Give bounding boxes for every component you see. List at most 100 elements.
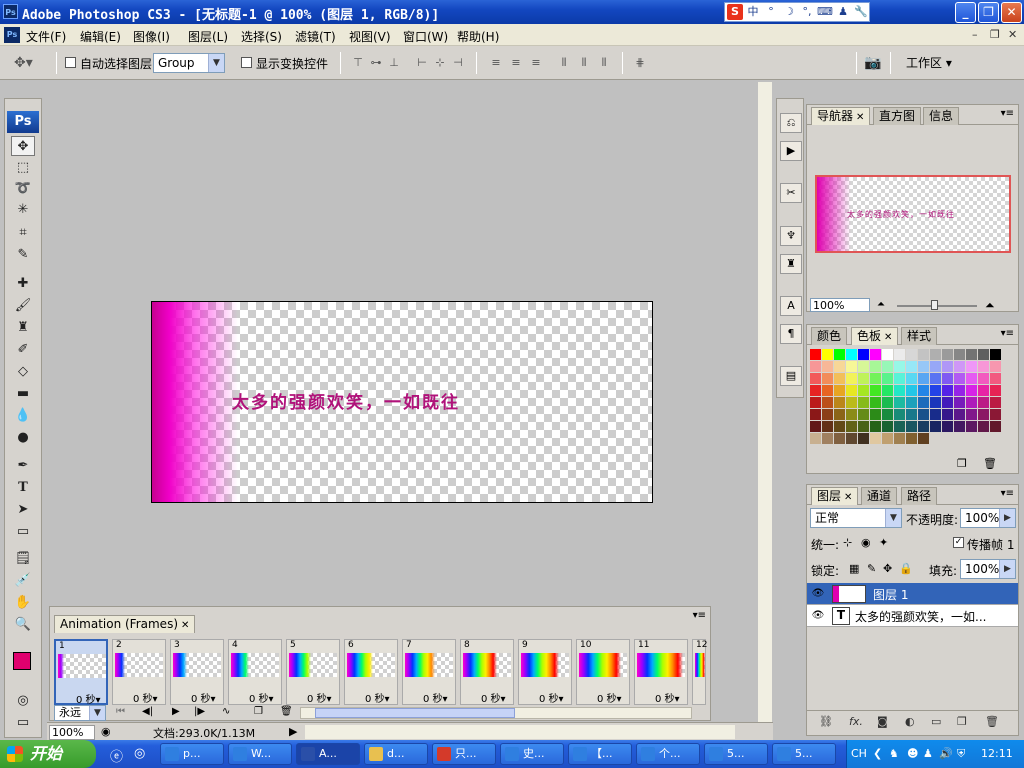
color-swatch[interactable] xyxy=(906,433,918,445)
tab-histogram[interactable]: 直方图 xyxy=(873,107,922,125)
animation-frame[interactable]: 2 0 秒▾ xyxy=(112,639,166,705)
workspace-button[interactable]: 工作区 ▾ xyxy=(906,54,952,71)
start-button[interactable]: 开始 xyxy=(0,740,96,768)
screen-mode-icon[interactable]: ▭ xyxy=(11,713,35,733)
color-swatch[interactable] xyxy=(858,361,870,373)
ime-chinese-mode[interactable]: 中 xyxy=(745,4,761,20)
menu-edit[interactable]: 编辑(E) xyxy=(80,28,121,45)
blur-tool-icon[interactable]: 💧 xyxy=(11,406,35,426)
color-swatch[interactable] xyxy=(954,421,966,433)
animation-frame[interactable]: 1 0 秒▾ xyxy=(54,639,108,706)
color-swatch[interactable] xyxy=(882,397,894,409)
color-swatch[interactable] xyxy=(906,361,918,373)
history-icon[interactable]: ⎌ xyxy=(780,113,802,133)
folder-icon[interactable]: ▭ xyxy=(931,715,941,728)
color-swatch[interactable] xyxy=(930,385,942,397)
lasso-tool-icon[interactable]: ➰ xyxy=(11,179,35,199)
navigator-thumbnail[interactable]: 太多的强颜欢笑，一如既往 xyxy=(815,175,1011,253)
color-swatch[interactable] xyxy=(810,421,822,433)
color-swatch[interactable] xyxy=(954,373,966,385)
tab-color[interactable]: 颜色 xyxy=(811,327,848,345)
color-swatch[interactable] xyxy=(822,349,834,361)
ime-degree-icon[interactable]: ° xyxy=(763,4,779,20)
language-indicator[interactable]: CH xyxy=(851,740,867,768)
auto-select-dropdown[interactable]: Group ▼ xyxy=(153,53,225,73)
color-swatch[interactable] xyxy=(822,433,834,445)
color-swatch[interactable] xyxy=(930,409,942,421)
color-swatch[interactable] xyxy=(978,397,990,409)
move-tool-preset-icon[interactable]: ✥▾ xyxy=(14,55,33,71)
color-swatch[interactable] xyxy=(942,349,954,361)
color-swatch[interactable] xyxy=(894,385,906,397)
frame-delay[interactable]: 0 秒▾ xyxy=(539,690,564,705)
eye-icon[interactable]: 👁 xyxy=(810,608,826,624)
ime-skin-icon[interactable]: ♟ xyxy=(835,4,851,20)
color-swatch[interactable] xyxy=(858,421,870,433)
color-swatch[interactable] xyxy=(942,373,954,385)
marquee-tool-icon[interactable]: ⬚ xyxy=(11,158,35,178)
color-swatch[interactable] xyxy=(870,361,882,373)
animation-frame[interactable]: 4 0 秒▾ xyxy=(228,639,282,705)
eye-icon[interactable]: 👁 xyxy=(810,586,826,602)
color-swatch[interactable] xyxy=(918,349,930,361)
align-right-icon[interactable]: ⊣ xyxy=(450,55,466,71)
distribute-bottom-icon[interactable]: ≡ xyxy=(528,55,544,71)
status-info-icon[interactable]: ◉ xyxy=(101,725,111,738)
frame-delay[interactable]: 0 秒▾ xyxy=(481,690,506,705)
taskbar-item[interactable]: 5... xyxy=(704,743,768,765)
taskbar-item[interactable]: 【... xyxy=(568,743,632,765)
frame-delay[interactable]: 0 秒▾ xyxy=(365,690,390,705)
animation-frame[interactable]: 10 0 秒▾ xyxy=(576,639,630,705)
tray-penguin-icon[interactable]: ♟ xyxy=(923,740,933,768)
loop-dropdown[interactable]: 永远 ▼ xyxy=(54,705,106,721)
color-swatch[interactable] xyxy=(810,349,822,361)
trash-icon[interactable]: 🗑 xyxy=(985,715,999,728)
menu-layer[interactable]: 图层(L) xyxy=(188,28,228,45)
color-swatch[interactable] xyxy=(930,349,942,361)
color-swatch[interactable] xyxy=(846,409,858,421)
document-canvas[interactable]: 太多的强颜欢笑，一如既往 xyxy=(151,301,653,503)
path-select-tool-icon[interactable]: ➤ xyxy=(11,500,35,520)
panel-menu-icon[interactable]: ▾≡ xyxy=(1001,328,1014,339)
minimize-button[interactable]: _ xyxy=(955,2,976,23)
doc-minimize-icon[interactable]: – xyxy=(972,28,978,41)
color-swatch[interactable] xyxy=(978,373,990,385)
color-swatch[interactable] xyxy=(834,373,846,385)
brush-tool-icon[interactable]: 🖌 xyxy=(11,296,35,316)
tray-shield-icon[interactable]: ⛨ xyxy=(957,740,965,768)
menu-window[interactable]: 窗口(W) xyxy=(403,28,448,45)
color-swatch[interactable] xyxy=(810,373,822,385)
color-swatch[interactable] xyxy=(882,421,894,433)
menu-view[interactable]: 视图(V) xyxy=(349,28,391,45)
fx-icon[interactable]: fx. xyxy=(849,715,863,728)
color-swatch[interactable] xyxy=(834,397,846,409)
close-icon[interactable]: ✕ xyxy=(181,620,189,631)
color-swatch[interactable] xyxy=(966,373,978,385)
color-swatch[interactable] xyxy=(870,397,882,409)
stamp-tool-icon[interactable]: ♜ xyxy=(11,318,35,338)
doc-restore-icon[interactable]: ❐ xyxy=(990,28,1000,41)
color-swatch[interactable] xyxy=(906,397,918,409)
color-swatch[interactable] xyxy=(822,397,834,409)
color-swatch[interactable] xyxy=(930,397,942,409)
color-swatch[interactable] xyxy=(882,433,894,445)
unify-style-icon[interactable]: ✦ xyxy=(879,536,888,549)
type-tool-icon[interactable]: T xyxy=(11,478,35,498)
color-swatch[interactable] xyxy=(858,373,870,385)
status-zoom[interactable]: 100% xyxy=(49,725,95,740)
quicklaunch-browser-icon[interactable]: ◎ xyxy=(134,746,145,761)
panel-menu-icon[interactable]: ▾≡ xyxy=(1001,488,1014,499)
menu-help[interactable]: 帮助(H) xyxy=(457,28,499,45)
camera-icon[interactable]: 📷 xyxy=(864,55,881,71)
tab-info[interactable]: 信息 xyxy=(923,107,960,125)
color-swatch[interactable] xyxy=(966,421,978,433)
frame-delay[interactable]: 0 秒▾ xyxy=(249,690,274,705)
color-swatch[interactable] xyxy=(966,397,978,409)
magic-wand-tool-icon[interactable]: ✳ xyxy=(11,200,35,220)
color-swatch[interactable] xyxy=(894,373,906,385)
ime-moon-icon[interactable]: ☽ xyxy=(781,4,797,20)
propagate-frame-checkbox[interactable]: ✓ xyxy=(953,537,964,548)
color-swatch[interactable] xyxy=(990,373,1002,385)
distribute-top-icon[interactable]: ≡ xyxy=(488,55,504,71)
color-swatch[interactable] xyxy=(870,409,882,421)
